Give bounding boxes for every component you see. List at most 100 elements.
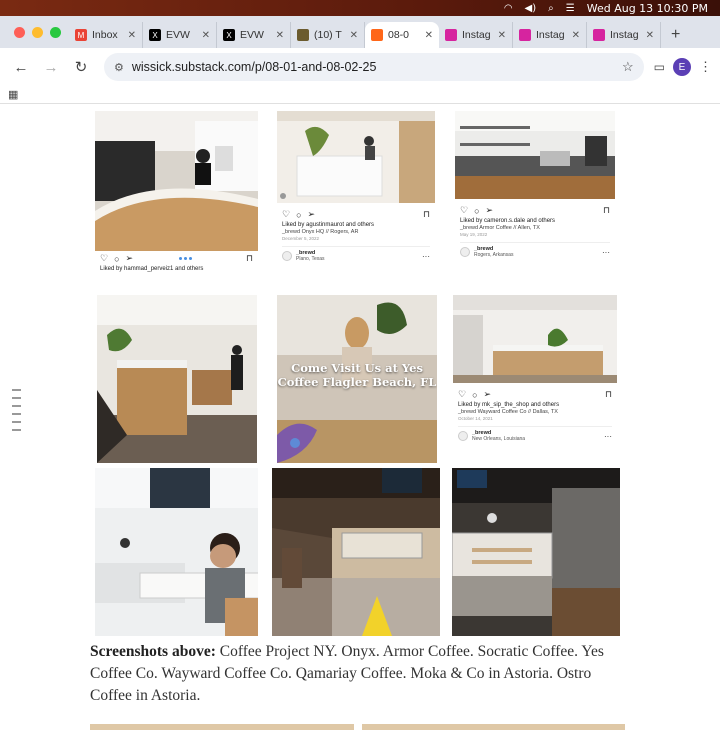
wifi-icon[interactable]: ◠ bbox=[504, 3, 513, 14]
substack-icon bbox=[371, 29, 383, 41]
comment-icon[interactable]: ○ bbox=[474, 206, 479, 216]
more-options-icon[interactable]: ··· bbox=[602, 248, 610, 257]
reload-button[interactable]: ↻ bbox=[68, 54, 94, 80]
profile-avatar-icon[interactable] bbox=[458, 431, 468, 441]
tab-close-icon[interactable]: ✕ bbox=[276, 30, 284, 41]
control-center-icon[interactable]: ☰ bbox=[566, 3, 575, 14]
tab-close-icon[interactable]: ✕ bbox=[572, 30, 580, 41]
caption-lead: Screenshots above: bbox=[90, 643, 216, 660]
instagram-post-footer: ♡ ○ ➢ ⊓ Liked by agustinmaurot and other… bbox=[277, 203, 435, 287]
window-controls bbox=[8, 16, 69, 48]
tab-close-icon[interactable]: ✕ bbox=[646, 30, 654, 41]
cafe-photo bbox=[97, 295, 257, 463]
likes-text: Liked by hammad_perveiz1 and others bbox=[100, 266, 204, 272]
profile-avatar[interactable]: E bbox=[673, 58, 691, 76]
profile-location: Rogers, Arkansas bbox=[474, 252, 514, 258]
cafe-photo bbox=[455, 111, 615, 199]
browser-tab[interactable]: X EVW ✕ bbox=[143, 22, 217, 48]
instagram-post-footer: ♡ ○ ➢ ⊓ Liked by mk_sip_the_shop and oth… bbox=[453, 383, 617, 463]
article-page: ♡ ○ ➢ ⊓ Liked by hammad_perveiz1 and oth… bbox=[0, 104, 720, 730]
browser-tab[interactable]: Instag ✕ bbox=[439, 22, 513, 48]
more-options-icon[interactable]: ··· bbox=[422, 252, 430, 261]
tab-title: EVW bbox=[166, 29, 190, 41]
share-icon[interactable]: ➢ bbox=[486, 205, 494, 216]
cast-icon[interactable]: ▭ bbox=[654, 60, 665, 74]
x-icon: X bbox=[149, 29, 161, 41]
browser-tab[interactable]: 08-0 ✕ bbox=[365, 22, 439, 48]
bookmarks-bar: ▦ bbox=[0, 86, 720, 104]
site-icon bbox=[297, 29, 309, 41]
post-date: December 5, 2022 bbox=[282, 236, 320, 241]
image-coffee-project[interactable]: ♡ ○ ➢ ⊓ Liked by hammad_perveiz1 and oth… bbox=[95, 111, 258, 285]
image-onyx[interactable]: ♡ ○ ➢ ⊓ Liked by agustinmaurot and other… bbox=[277, 111, 435, 287]
image-qamariay-coffee[interactable] bbox=[95, 468, 258, 636]
photo-caption: Screenshots above: Coffee Project NY. On… bbox=[90, 641, 630, 707]
bookmark-icon[interactable]: ⊓ bbox=[603, 205, 610, 216]
share-icon[interactable]: ➢ bbox=[308, 209, 316, 220]
instagram-actions: ♡ ○ ➢ ⊓ Liked by hammad_perveiz1 and oth… bbox=[95, 251, 258, 285]
minimize-window-button[interactable] bbox=[32, 26, 43, 38]
like-icon[interactable]: ♡ bbox=[282, 209, 290, 220]
cafe-photo bbox=[95, 468, 258, 636]
mac-menubar: ◠ ◀) ⌕ ☰ Wed Aug 13 10:30 PM bbox=[0, 0, 720, 16]
post-profile: _brewd Plano, Texas ··· bbox=[282, 246, 430, 262]
volume-icon[interactable]: ◀) bbox=[525, 3, 537, 14]
tab-title: Instag bbox=[536, 29, 565, 41]
carousel-dots bbox=[179, 257, 193, 260]
browser-tab[interactable]: (10) T ✕ bbox=[291, 22, 365, 48]
image-wayward-coffee[interactable]: ♡ ○ ➢ ⊓ Liked by mk_sip_the_shop and oth… bbox=[453, 295, 617, 463]
image-ostro-coffee[interactable] bbox=[452, 468, 620, 636]
tab-close-icon[interactable]: ✕ bbox=[128, 30, 136, 41]
maximize-window-button[interactable] bbox=[50, 26, 61, 38]
address-bar[interactable]: ⚙ wissick.substack.com/p/08-01-and-08-02… bbox=[104, 53, 644, 81]
cafe-photo bbox=[95, 111, 258, 251]
tab-strip: M Inbox ✕ X EVW ✕ X EVW ✕ (10) T ✕ 08-0 ✕ Instag ✕ Inst… bbox=[0, 16, 720, 48]
post-profile: _brewd New Orleans, Louisiana ··· bbox=[458, 426, 612, 442]
bookmark-icon[interactable]: ⊓ bbox=[423, 209, 430, 220]
image-socratic-coffee[interactable] bbox=[97, 295, 257, 463]
instagram-icon bbox=[445, 29, 457, 41]
browser-toolbar: ← → ↻ ⚙ wissick.substack.com/p/08-01-and… bbox=[0, 48, 720, 86]
bookmark-star-icon[interactable]: ☆ bbox=[622, 59, 634, 75]
menubar-clock[interactable]: Wed Aug 13 10:30 PM bbox=[587, 2, 708, 15]
comment-icon[interactable]: ○ bbox=[296, 210, 301, 220]
tab-close-icon[interactable]: ✕ bbox=[202, 30, 210, 41]
comment-icon[interactable]: ○ bbox=[114, 254, 119, 264]
tab-close-icon[interactable]: ✕ bbox=[425, 30, 433, 41]
profile-avatar-icon[interactable] bbox=[282, 251, 292, 261]
promo-overlay-text: Come Visit Us at Yes Coffee Flagler Beac… bbox=[277, 361, 437, 389]
browser-tab[interactable]: Instag ✕ bbox=[513, 22, 587, 48]
tab-close-icon[interactable]: ✕ bbox=[350, 30, 358, 41]
profile-location: Plano, Texas bbox=[296, 256, 325, 262]
url-text[interactable]: wissick.substack.com/p/08-01-and-08-02-2… bbox=[132, 60, 614, 74]
like-icon[interactable]: ♡ bbox=[460, 205, 468, 216]
back-button[interactable]: ← bbox=[8, 54, 34, 80]
search-icon[interactable]: ⌕ bbox=[548, 3, 554, 14]
like-icon[interactable]: ♡ bbox=[100, 253, 108, 264]
browser-tab[interactable]: Instag ✕ bbox=[587, 22, 661, 48]
table-of-contents-toggle[interactable] bbox=[12, 389, 21, 431]
browser-tab[interactable]: X EVW ✕ bbox=[217, 22, 291, 48]
comment-icon[interactable]: ○ bbox=[472, 390, 477, 400]
close-window-button[interactable] bbox=[14, 26, 25, 38]
apps-grid-icon[interactable]: ▦ bbox=[8, 88, 18, 101]
tab-close-icon[interactable]: ✕ bbox=[498, 30, 506, 41]
forward-button[interactable]: → bbox=[38, 54, 64, 80]
browser-tab[interactable]: M Inbox ✕ bbox=[69, 22, 143, 48]
tab-title: EVW bbox=[240, 29, 264, 41]
new-tab-button[interactable]: + bbox=[661, 22, 690, 48]
image-yes-coffee[interactable]: Come Visit Us at Yes Coffee Flagler Beac… bbox=[277, 295, 437, 463]
like-icon[interactable]: ♡ bbox=[458, 389, 466, 400]
instagram-icon bbox=[593, 29, 605, 41]
image-moka-and-co[interactable] bbox=[272, 468, 440, 636]
image-armor-coffee[interactable]: ♡ ○ ➢ ⊓ Liked by cameron.s.dale and othe… bbox=[455, 111, 615, 287]
site-info-icon[interactable]: ⚙ bbox=[114, 61, 124, 74]
bookmark-icon[interactable]: ⊓ bbox=[605, 389, 612, 400]
bookmark-icon[interactable]: ⊓ bbox=[246, 253, 253, 264]
share-icon[interactable]: ➢ bbox=[126, 253, 134, 264]
profile-location: New Orleans, Louisiana bbox=[472, 436, 526, 442]
share-icon[interactable]: ➢ bbox=[484, 389, 492, 400]
more-options-icon[interactable]: ··· bbox=[604, 432, 612, 441]
profile-avatar-icon[interactable] bbox=[460, 247, 470, 257]
menu-icon[interactable]: ⋮ bbox=[699, 59, 712, 75]
